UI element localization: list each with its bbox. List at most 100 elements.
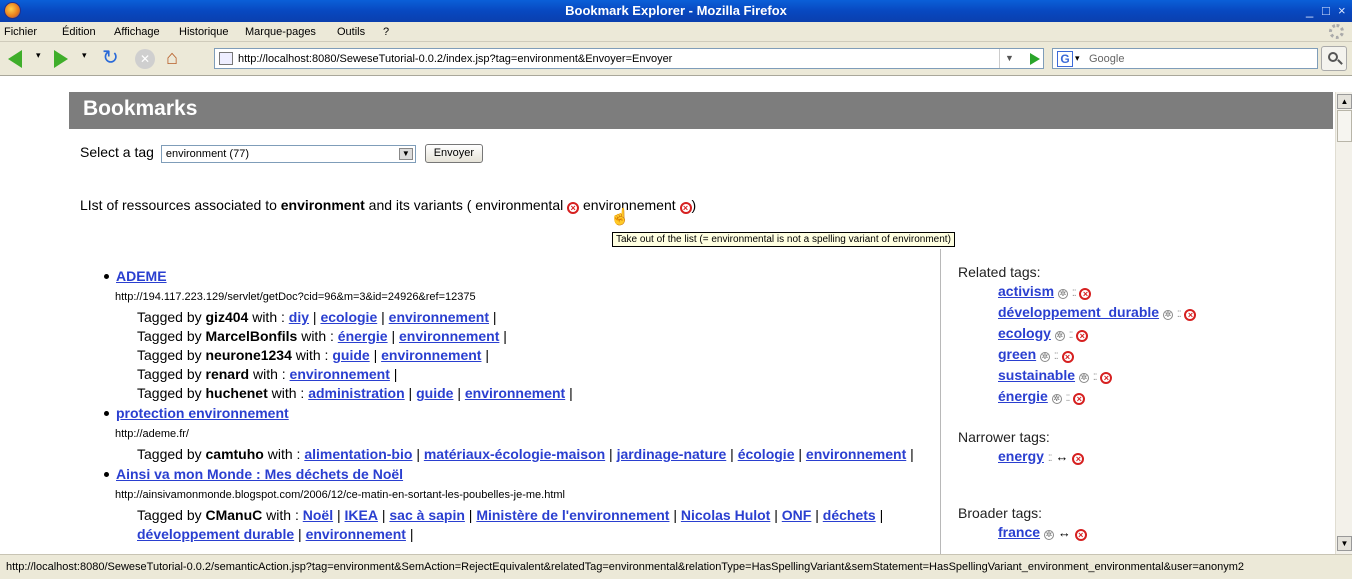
remove-tag-icon[interactable]: × xyxy=(1076,330,1089,342)
url-dropdown-icon[interactable]: ▼ xyxy=(999,49,1019,68)
remove-tag-icon[interactable]: × xyxy=(1100,372,1113,384)
window-title: Bookmark Explorer - Mozilla Firefox xyxy=(565,3,787,18)
variant-icon[interactable]: ✲ xyxy=(1043,530,1054,540)
expand-icon[interactable]: ⁚⁚ xyxy=(1066,389,1071,408)
tagged-by-label: Tagged by xyxy=(137,507,202,523)
sidebar-tag-link[interactable]: énergie xyxy=(998,388,1048,404)
expand-icon[interactable]: ⁚⁚ xyxy=(1093,368,1098,387)
sidebar-tag-link[interactable]: sustainable xyxy=(998,367,1075,383)
tag-link[interactable]: environnement xyxy=(399,328,499,344)
tag-link[interactable]: sac à sapin xyxy=(389,507,465,523)
variant-icon[interactable]: ✲ xyxy=(1057,289,1068,299)
envoyer-button[interactable]: Envoyer xyxy=(424,144,484,163)
search-input[interactable]: Google xyxy=(1089,53,1124,65)
tag-link[interactable]: environnement xyxy=(381,347,481,363)
minimize-button[interactable]: _ xyxy=(1306,3,1313,18)
tag-link[interactable]: développement durable xyxy=(137,526,294,542)
left-right-arrow-icon[interactable]: ↔ xyxy=(1058,523,1071,542)
forward-dropdown-icon[interactable]: ▾ xyxy=(82,50,87,61)
resource-item: Ainsi va mon Monde : Mes déchets de Noël… xyxy=(104,464,924,544)
remove-variant-icon[interactable]: × xyxy=(679,202,692,214)
tag-link[interactable]: administration xyxy=(308,385,404,401)
home-icon[interactable]: ⌂ xyxy=(166,48,190,70)
tag-link[interactable]: énergie xyxy=(338,328,388,344)
remove-tag-icon[interactable]: × xyxy=(1072,453,1085,465)
expand-icon[interactable]: ⁚⁚ xyxy=(1177,305,1182,324)
expand-icon[interactable]: ⁚⁚ xyxy=(1054,347,1059,366)
remove-tag-icon[interactable]: × xyxy=(1061,351,1074,363)
tag-link[interactable]: déchets xyxy=(823,507,876,523)
tag-link[interactable]: Noël xyxy=(303,507,333,523)
chevron-down-icon[interactable]: ▼ xyxy=(398,147,413,160)
url-text[interactable]: http://localhost:8080/SeweseTutorial-0.0… xyxy=(238,53,672,65)
reload-icon[interactable]: ↻ xyxy=(102,48,126,70)
tag-link[interactable]: écologie xyxy=(738,446,795,462)
variant-icon[interactable]: ✲ xyxy=(1054,331,1065,341)
google-icon[interactable]: G xyxy=(1057,51,1073,67)
search-bar[interactable]: G ▾ Google xyxy=(1052,48,1318,69)
variant-icon[interactable]: ✲ xyxy=(1040,352,1051,362)
resource-title-link[interactable]: ADEME xyxy=(116,268,167,284)
tag-link[interactable]: environnement xyxy=(465,385,565,401)
variant-icon[interactable]: ✲ xyxy=(1162,310,1173,320)
remove-variant-icon[interactable]: × xyxy=(567,202,580,214)
tag-link[interactable]: Ministère de l'environnement xyxy=(476,507,669,523)
variant-icon[interactable]: ✲ xyxy=(1051,394,1062,404)
menu-help[interactable]: ? xyxy=(383,26,389,38)
sidebar-tag-link[interactable]: développement_durable xyxy=(998,304,1159,320)
expand-icon[interactable]: ⁚⁚ xyxy=(1072,284,1077,303)
remove-tag-icon[interactable]: × xyxy=(1184,309,1197,321)
search-engine-dropdown-icon[interactable]: ▾ xyxy=(1075,53,1080,64)
resource-title-row: protection environnement xyxy=(104,403,924,423)
expand-icon[interactable]: ⁚⁚ xyxy=(1048,449,1053,468)
expand-icon[interactable]: ⁚⁚ xyxy=(1069,326,1074,345)
go-icon[interactable] xyxy=(1030,53,1040,65)
tag-link[interactable]: environnement xyxy=(389,309,489,325)
tag-select[interactable]: environment (77) ▼ xyxy=(160,144,416,163)
sidebar-tag-link[interactable]: ecology xyxy=(998,325,1051,341)
menu-fichier[interactable]: Fichier xyxy=(4,26,37,38)
remove-tag-icon[interactable]: × xyxy=(1073,393,1086,405)
tag-link[interactable]: environnement xyxy=(290,366,390,382)
vertical-scrollbar[interactable]: ▲ ▼ xyxy=(1335,92,1352,554)
sidebar-tag-link[interactable]: activism xyxy=(998,283,1054,299)
menu-edition[interactable]: Édition xyxy=(62,26,96,38)
resource-title-link[interactable]: protection environnement xyxy=(116,405,289,421)
tag-link[interactable]: guide xyxy=(416,385,453,401)
tag-link[interactable]: ONF xyxy=(782,507,812,523)
forward-button[interactable]: ▾ xyxy=(52,48,92,70)
sidebar-tag-link[interactable]: green xyxy=(998,346,1036,362)
close-button[interactable]: × xyxy=(1338,3,1346,18)
scroll-down-icon[interactable]: ▼ xyxy=(1337,536,1352,551)
menu-outils[interactable]: Outils xyxy=(337,26,365,38)
stop-icon[interactable]: ✕ xyxy=(134,48,156,70)
scroll-up-icon[interactable]: ▲ xyxy=(1337,94,1352,109)
tag-link[interactable]: environnement xyxy=(806,446,906,462)
menu-marque-pages[interactable]: Marque-pages xyxy=(245,26,316,38)
menu-affichage[interactable]: Affichage xyxy=(114,26,160,38)
back-dropdown-icon[interactable]: ▾ xyxy=(36,50,41,61)
scroll-thumb[interactable] xyxy=(1337,110,1352,142)
tag-link[interactable]: Nicolas Hulot xyxy=(681,507,770,523)
tag-link[interactable]: guide xyxy=(332,347,369,363)
resource-list: ADEME http://194.117.223.129/servlet/getD… xyxy=(104,266,924,544)
sidebar-tag-link[interactable]: france xyxy=(998,524,1040,540)
url-bar[interactable]: http://localhost:8080/SeweseTutorial-0.0… xyxy=(214,48,1044,69)
remove-tag-icon[interactable]: × xyxy=(1079,288,1092,300)
tag-link[interactable]: matériaux-écologie-maison xyxy=(424,446,605,462)
left-right-arrow-icon[interactable]: ↔ xyxy=(1055,447,1068,466)
tag-link[interactable]: IKEA xyxy=(345,507,378,523)
tag-link[interactable]: environnement xyxy=(306,526,406,542)
tag-link[interactable]: ecologie xyxy=(320,309,377,325)
tag-link[interactable]: jardinage-nature xyxy=(617,446,727,462)
resource-title-link[interactable]: Ainsi va mon Monde : Mes déchets de Noël xyxy=(116,466,403,482)
remove-tag-icon[interactable]: × xyxy=(1074,529,1087,541)
tag-link[interactable]: alimentation-bio xyxy=(304,446,412,462)
tag-link[interactable]: diy xyxy=(289,309,309,325)
maximize-button[interactable]: □ xyxy=(1322,3,1330,18)
back-button[interactable]: ▾ xyxy=(6,48,46,70)
search-button[interactable] xyxy=(1321,46,1347,71)
variant-icon[interactable]: ✲ xyxy=(1078,373,1089,383)
menu-historique[interactable]: Historique xyxy=(179,26,229,38)
sidebar-tag-link[interactable]: energy xyxy=(998,448,1044,464)
